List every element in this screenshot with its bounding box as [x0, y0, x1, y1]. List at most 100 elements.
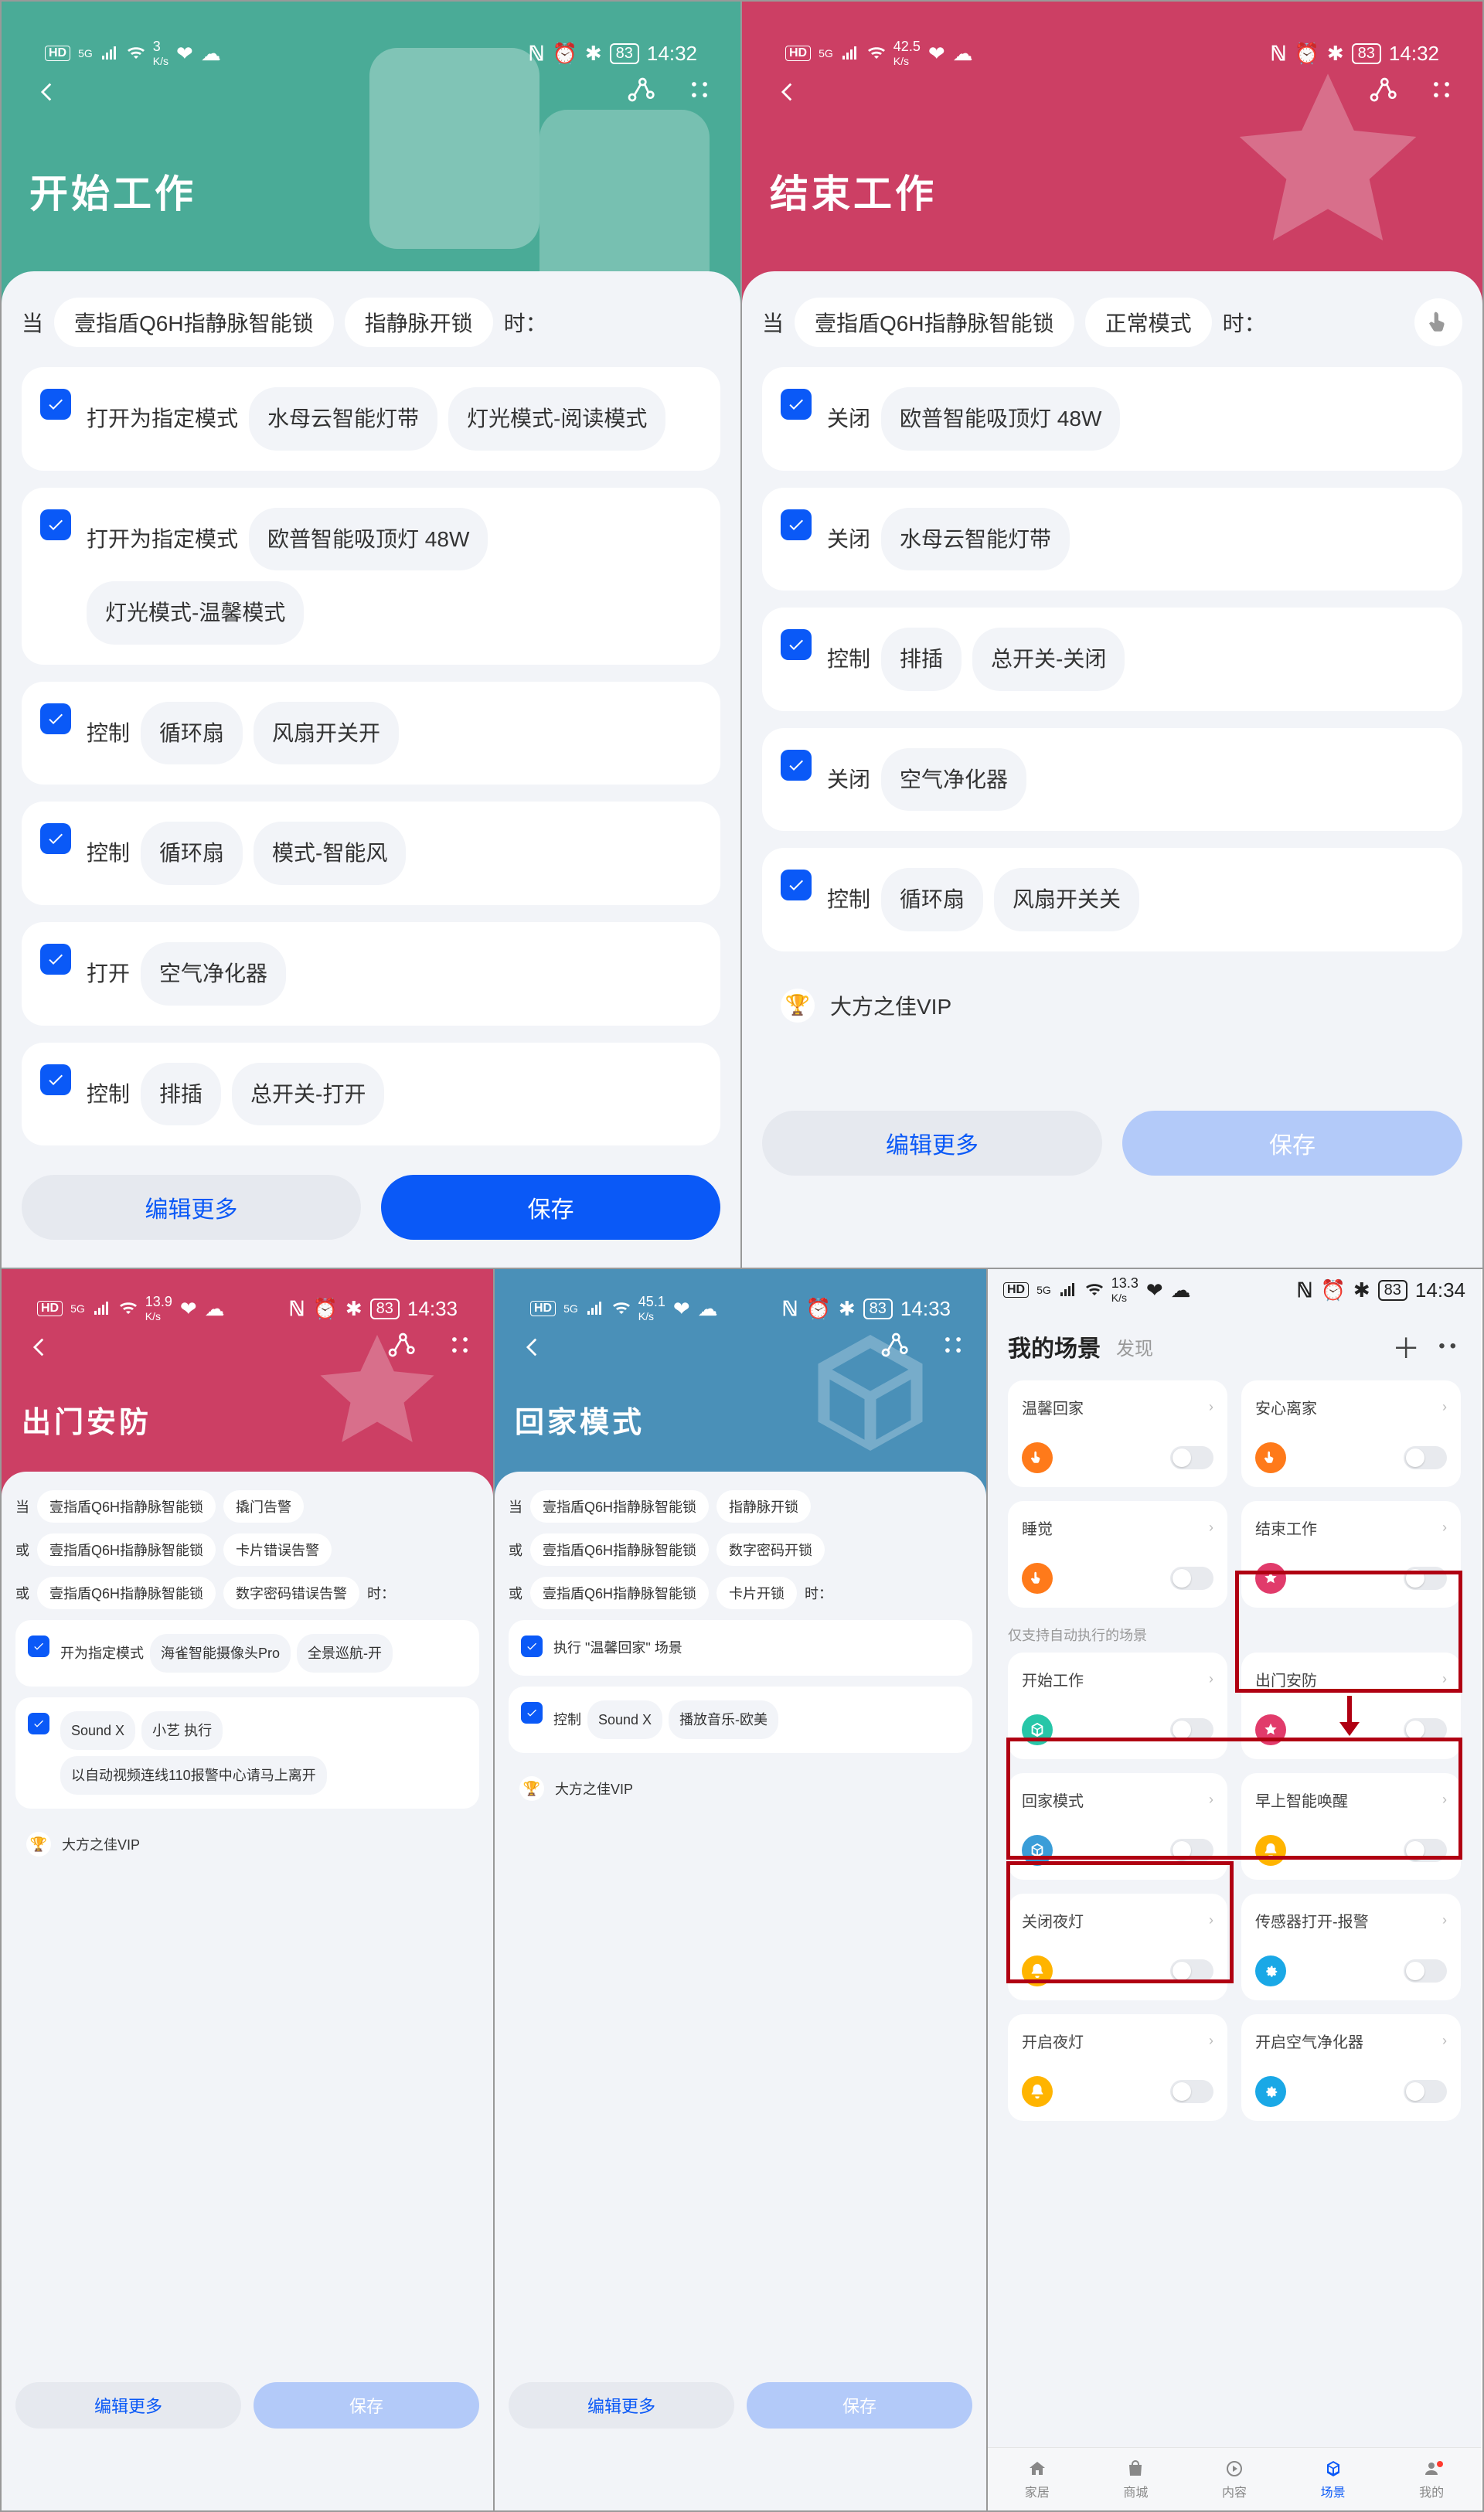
action-card[interactable]: 控制循环扇风扇开关开	[22, 682, 720, 785]
scene-tile[interactable]: 结束工作›	[1241, 1501, 1461, 1608]
tab-家居[interactable]: 家居	[988, 2448, 1087, 2510]
more-icon[interactable]	[686, 77, 713, 107]
checkbox-icon[interactable]	[40, 823, 71, 854]
action-card[interactable]: 控制循环扇模式-智能风	[22, 802, 720, 905]
edit-more-button[interactable]: 编辑更多	[509, 2382, 734, 2429]
scene-tile[interactable]: 安心离家›	[1241, 1380, 1461, 1487]
trigger-chip[interactable]: 数字密码开锁	[716, 1533, 825, 1566]
toggle[interactable]	[1170, 1567, 1213, 1590]
action-pill[interactable]: 水母云智能灯带	[249, 387, 437, 451]
action-card[interactable]: 打开空气净化器	[22, 922, 720, 1026]
tab-内容[interactable]: 内容	[1185, 2448, 1284, 2510]
more-icon[interactable]: ••	[1438, 1336, 1461, 1357]
checkbox-icon[interactable]	[781, 870, 812, 900]
action-pill[interactable]: 循环扇	[141, 702, 243, 765]
toggle[interactable]	[1404, 1446, 1447, 1469]
action-card[interactable]: 关闭水母云智能灯带	[762, 488, 1462, 591]
action-pill[interactable]: 播放音乐-欧美	[669, 1700, 778, 1739]
scene-tile[interactable]: 开启夜灯›	[1008, 2014, 1227, 2121]
action-pill[interactable]: 灯光模式-阅读模式	[448, 387, 665, 451]
vip-row[interactable]: 🏆大方之佳VIP	[509, 1764, 972, 1813]
trigger-chip[interactable]: 卡片错误告警	[223, 1533, 332, 1566]
action-pill[interactable]: 循环扇	[881, 868, 983, 931]
action-pill[interactable]: 小艺 执行	[141, 1711, 223, 1750]
action-pill[interactable]: 风扇开关关	[994, 868, 1139, 931]
action-pill[interactable]: 总开关-打开	[232, 1063, 384, 1126]
trigger-chip[interactable]: 卡片开锁	[716, 1577, 797, 1609]
checkbox-icon[interactable]	[40, 1064, 71, 1095]
checkbox-icon[interactable]	[781, 629, 812, 660]
checkbox-icon[interactable]	[28, 1713, 49, 1734]
action-pill[interactable]: Sound X	[60, 1711, 135, 1750]
trigger-chip[interactable]: 壹指盾Q6H指静脉智能锁	[530, 1490, 709, 1523]
trigger-chip[interactable]: 壹指盾Q6H指静脉智能锁	[54, 298, 334, 347]
trigger-chip[interactable]: 壹指盾Q6H指静脉智能锁	[37, 1577, 216, 1609]
edit-more-button[interactable]: 编辑更多	[762, 1111, 1102, 1176]
action-pill[interactable]: Sound X	[587, 1700, 662, 1739]
back-button[interactable]	[22, 1330, 56, 1364]
trigger-chip[interactable]: 正常模式	[1085, 298, 1212, 347]
action-pill[interactable]: 空气净化器	[881, 748, 1026, 812]
toggle[interactable]	[1170, 1718, 1213, 1741]
action-card[interactable]: 控制Sound X播放音乐-欧美	[509, 1687, 972, 1753]
action-pill[interactable]: 灯光模式-温馨模式	[87, 581, 304, 645]
action-pill[interactable]: 总开关-关闭	[972, 628, 1125, 691]
scene-tile[interactable]: 回家模式›	[1008, 1773, 1227, 1880]
vip-row[interactable]: 🏆大方之佳VIP	[762, 968, 1462, 1043]
action-card[interactable]: 控制排插总开关-打开	[22, 1043, 720, 1146]
toggle[interactable]	[1404, 2080, 1447, 2103]
action-card[interactable]: 关闭欧普智能吸顶灯 48W	[762, 367, 1462, 471]
action-pill[interactable]: 以自动视频连线110报警中心请马上离开	[60, 1756, 327, 1795]
action-pill[interactable]: 模式-智能风	[254, 822, 406, 885]
more-icon[interactable]	[447, 1332, 473, 1362]
action-card[interactable]: 打开为指定模式欧普智能吸顶灯 48W灯光模式-温馨模式	[22, 488, 720, 665]
action-pill[interactable]: 海雀智能摄像头Pro	[150, 1634, 291, 1673]
action-card[interactable]: 打开为指定模式水母云智能灯带灯光模式-阅读模式	[22, 367, 720, 471]
trigger-chip[interactable]: 指静脉开锁	[716, 1490, 811, 1523]
checkbox-icon[interactable]	[521, 1636, 543, 1657]
tab-商城[interactable]: 商城	[1087, 2448, 1186, 2510]
trigger-chip[interactable]: 壹指盾Q6H指静脉智能锁	[530, 1533, 709, 1566]
action-pill[interactable]: 欧普智能吸顶灯 48W	[249, 508, 488, 571]
add-button[interactable]: ＋	[1392, 1326, 1420, 1367]
trigger-chip[interactable]: 壹指盾Q6H指静脉智能锁	[530, 1577, 709, 1609]
toggle[interactable]	[1404, 1718, 1447, 1741]
action-card[interactable]: 开为指定模式海雀智能摄像头Pro全景巡航-开	[15, 1620, 479, 1687]
save-button[interactable]: 保存	[381, 1175, 720, 1240]
trigger-chip[interactable]: 壹指盾Q6H指静脉智能锁	[37, 1490, 216, 1523]
scene-tile[interactable]: 传感器打开-报警›	[1241, 1894, 1461, 2000]
back-button[interactable]	[515, 1330, 549, 1364]
action-pill[interactable]: 水母云智能灯带	[881, 508, 1070, 571]
scene-tile[interactable]: 睡觉›	[1008, 1501, 1227, 1608]
back-button[interactable]	[770, 75, 804, 109]
checkbox-icon[interactable]	[521, 1702, 543, 1724]
checkbox-icon[interactable]	[28, 1636, 49, 1657]
discover-tab[interactable]: 发现	[1116, 1333, 1153, 1360]
checkbox-icon[interactable]	[781, 509, 812, 540]
toggle[interactable]	[1170, 1446, 1213, 1469]
action-pill[interactable]: 排插	[141, 1063, 221, 1126]
toggle[interactable]	[1404, 1567, 1447, 1590]
checkbox-icon[interactable]	[40, 944, 71, 975]
toggle[interactable]	[1170, 2080, 1213, 2103]
checkbox-icon[interactable]	[40, 509, 71, 540]
action-pill[interactable]: 风扇开关开	[254, 702, 399, 765]
checkbox-icon[interactable]	[781, 389, 812, 420]
trigger-chip[interactable]: 指静脉开锁	[345, 298, 493, 347]
action-pill[interactable]: 欧普智能吸顶灯 48W	[881, 387, 1120, 451]
toggle[interactable]	[1170, 1839, 1213, 1862]
action-card[interactable]: 控制循环扇风扇开关关	[762, 848, 1462, 951]
trigger-chip[interactable]: 数字密码错误告警	[223, 1577, 359, 1609]
scene-tile[interactable]: 关闭夜灯›	[1008, 1894, 1227, 2000]
checkbox-icon[interactable]	[40, 389, 71, 420]
edit-more-button[interactable]: 编辑更多	[22, 1175, 361, 1240]
action-card[interactable]: 执行 "温馨回家" 场景	[509, 1620, 972, 1676]
scene-tile[interactable]: 温馨回家›	[1008, 1380, 1227, 1487]
vip-row[interactable]: 🏆大方之佳VIP	[15, 1819, 479, 1869]
checkbox-icon[interactable]	[40, 703, 71, 734]
scene-tile[interactable]: 开始工作›	[1008, 1653, 1227, 1759]
action-card[interactable]: 控制排插总开关-关闭	[762, 608, 1462, 711]
share-icon[interactable]	[625, 74, 655, 109]
more-icon[interactable]	[940, 1332, 966, 1362]
trigger-chip[interactable]: 壹指盾Q6H指静脉智能锁	[37, 1533, 216, 1566]
